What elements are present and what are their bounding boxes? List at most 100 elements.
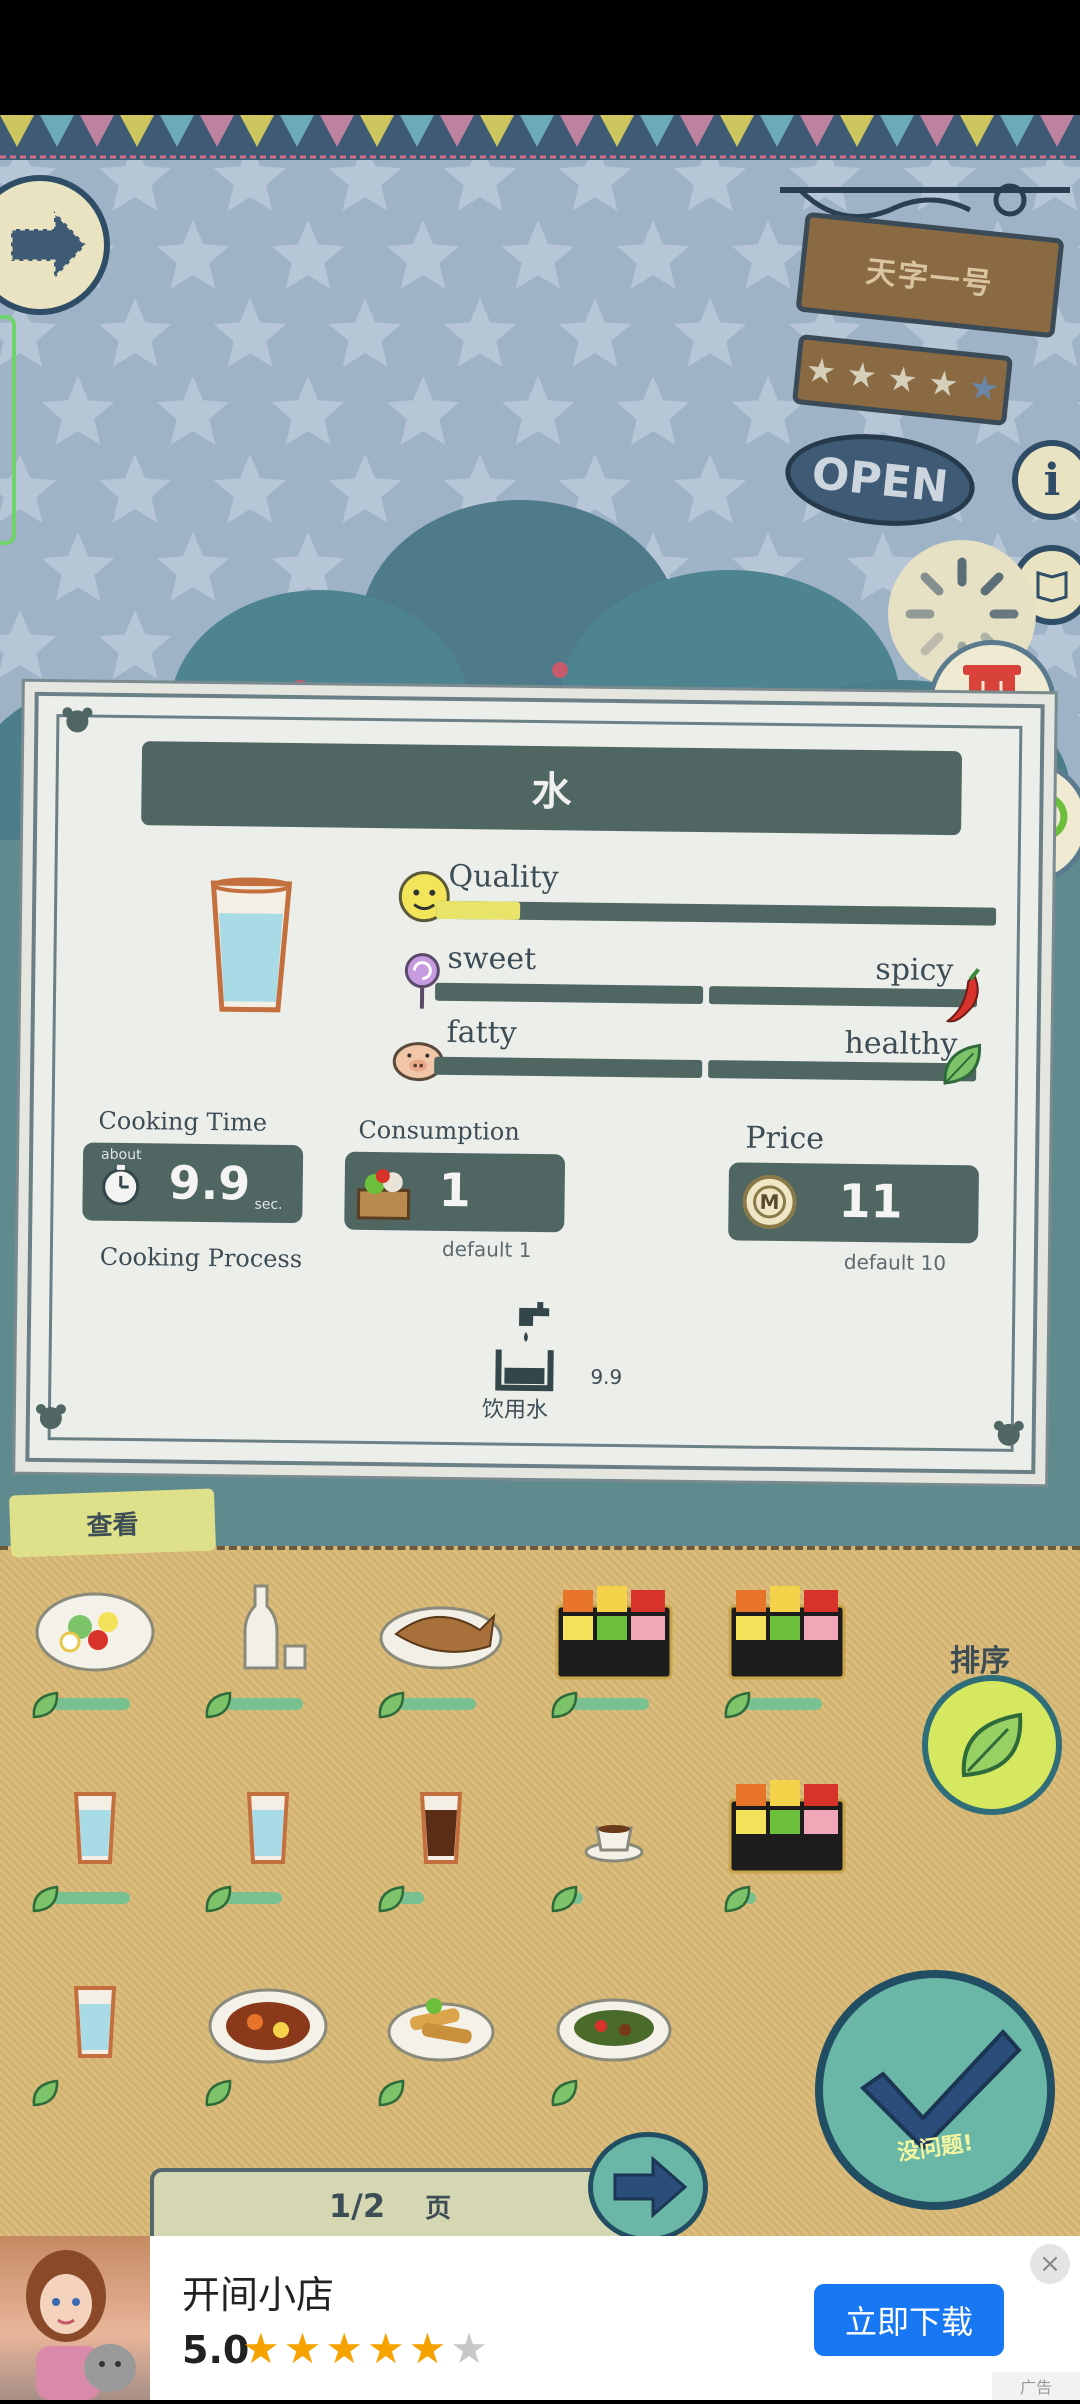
popularity-bar	[225, 1698, 303, 1710]
back-button[interactable]	[0, 175, 110, 315]
stopwatch-icon	[98, 1163, 143, 1208]
menu-item-slot[interactable]	[549, 1960, 679, 2110]
wallpaper-star	[272, 220, 344, 289]
ad-game-image[interactable]	[0, 2236, 150, 2400]
process-step-name: 饮用水	[482, 1391, 548, 1424]
wallpaper-star	[559, 298, 631, 367]
leaf-icon	[30, 2078, 60, 2108]
page-unit: 页	[425, 2188, 451, 2225]
wallpaper-star	[502, 220, 574, 289]
wallpaper-star	[617, 376, 689, 445]
menu-item-slot[interactable]	[722, 1766, 852, 1916]
cooking-process-label: Cooking Process	[100, 1243, 303, 1273]
popularity-bar	[52, 1698, 130, 1710]
cooking-time-about: about	[101, 1147, 142, 1163]
popularity-bar	[398, 1698, 476, 1710]
menu-item-slot[interactable]	[549, 1572, 679, 1722]
sign-star-icon: ★	[804, 350, 838, 393]
leaf-icon	[30, 1690, 60, 1720]
ad-rating: 5.0	[182, 2328, 249, 2372]
consumption-label: Consumption	[358, 1116, 520, 1146]
girl-with-cat-illustration	[0, 2236, 150, 2400]
price-default: default 10	[844, 1250, 946, 1275]
popularity-bar	[744, 1698, 822, 1710]
coffee-cup-icon	[549, 1766, 679, 1876]
menu-item-slot[interactable]	[30, 1572, 160, 1722]
arrow-right-icon	[0, 181, 104, 309]
lollipop-icon	[399, 950, 446, 1011]
ad-download-button[interactable]: 立即下载	[814, 2284, 1004, 2356]
arrow-right-icon	[593, 2137, 703, 2237]
menu-item-slot[interactable]	[30, 1960, 160, 2110]
water-glass-icon	[30, 1766, 160, 1876]
left-edge-tab[interactable]	[0, 315, 16, 545]
wallpaper-star	[387, 376, 459, 445]
menu-item-slot[interactable]	[30, 1766, 160, 1916]
cooking-time-box: about 9.9 sec.	[82, 1142, 303, 1223]
ad-banner[interactable]: 开间小店 5.0 ★★★★★★ 立即下载 ×	[0, 2236, 1080, 2400]
menu-item-slot[interactable]	[549, 1766, 679, 1916]
process-step-time: 9.9	[590, 1365, 622, 1389]
water-glass-icon	[200, 873, 302, 1019]
bear-corner-icon	[34, 1401, 68, 1431]
wallpaper-star	[617, 220, 689, 289]
page-indicator: 1/2 页	[150, 2168, 630, 2240]
wallpaper-star	[99, 298, 171, 367]
menu-item-slot[interactable]	[376, 1572, 506, 1722]
page-number: 1/2	[329, 2187, 385, 2225]
spicy-bar	[709, 986, 977, 1007]
bento-box-icon	[549, 1572, 679, 1682]
svg-text:M: M	[759, 1190, 779, 1214]
fatty-label: fatty	[446, 1015, 516, 1051]
wallpaper-star	[674, 160, 746, 211]
ad-star-icon: ★	[450, 2324, 492, 2373]
leaf-icon	[376, 2078, 406, 2108]
price-label: Price	[745, 1121, 824, 1157]
cooking-time-value: 9.9	[168, 1156, 250, 1211]
wallpaper-star	[444, 298, 516, 367]
recipe-detail-card: 水 Quality sweet spicy fatty healthy	[25, 692, 1044, 1474]
ad-title[interactable]: 开间小店	[182, 2264, 334, 2319]
leaf-icon	[30, 1884, 60, 1914]
sort-label: 排序	[950, 1636, 1010, 1680]
info-icon: i	[1044, 455, 1061, 506]
menu-item-slot[interactable]	[203, 1766, 333, 1916]
wallpaper-star	[387, 220, 459, 289]
leaf-icon	[722, 1884, 752, 1914]
ad-close-button[interactable]: ×	[1030, 2244, 1070, 2284]
faucet-icon	[488, 1297, 569, 1394]
wallpaper-star	[214, 160, 286, 211]
menu-item-slot[interactable]	[722, 1572, 852, 1722]
ad-star-icon: ★	[409, 2324, 451, 2373]
consumption-default: default 1	[442, 1237, 532, 1262]
sort-button[interactable]	[922, 1675, 1062, 1815]
consumption-box: 1	[344, 1152, 565, 1233]
water-glass-icon	[203, 1766, 333, 1876]
view-tab[interactable]: 查看	[9, 1488, 216, 1557]
wallpaper-star	[157, 220, 229, 289]
menu-item-slot[interactable]	[376, 1766, 506, 1916]
sign-star-icon: ★	[926, 363, 960, 406]
sweet-bar	[435, 983, 703, 1004]
sign-star-icon: ★	[967, 367, 1001, 410]
next-page-button[interactable]	[588, 2132, 708, 2242]
popularity-bar	[52, 1892, 130, 1904]
confirm-button[interactable]: 没问题!	[815, 1970, 1055, 2210]
menu-item-slot[interactable]	[203, 1572, 333, 1722]
consumption-value: 1	[344, 1162, 565, 1219]
ad-star-icon: ★	[242, 2324, 284, 2373]
pennant-bunting	[0, 115, 1080, 160]
ad-download-label: 立即下载	[845, 2297, 973, 2343]
wallpaper-star	[559, 160, 631, 211]
wallpaper-star	[214, 298, 286, 367]
leaf-icon	[376, 1690, 406, 1720]
menu-item-slot[interactable]	[203, 1960, 333, 2110]
wallpaper-star	[444, 160, 516, 211]
leaf-icon	[203, 2078, 233, 2108]
menu-item-slot[interactable]	[376, 1960, 506, 2110]
bento-box-icon	[722, 1572, 852, 1682]
leaf-icon	[549, 2078, 579, 2108]
leaf-icon	[203, 1884, 233, 1914]
close-icon: ×	[1039, 2249, 1061, 2279]
leaf-icon	[549, 1690, 579, 1720]
